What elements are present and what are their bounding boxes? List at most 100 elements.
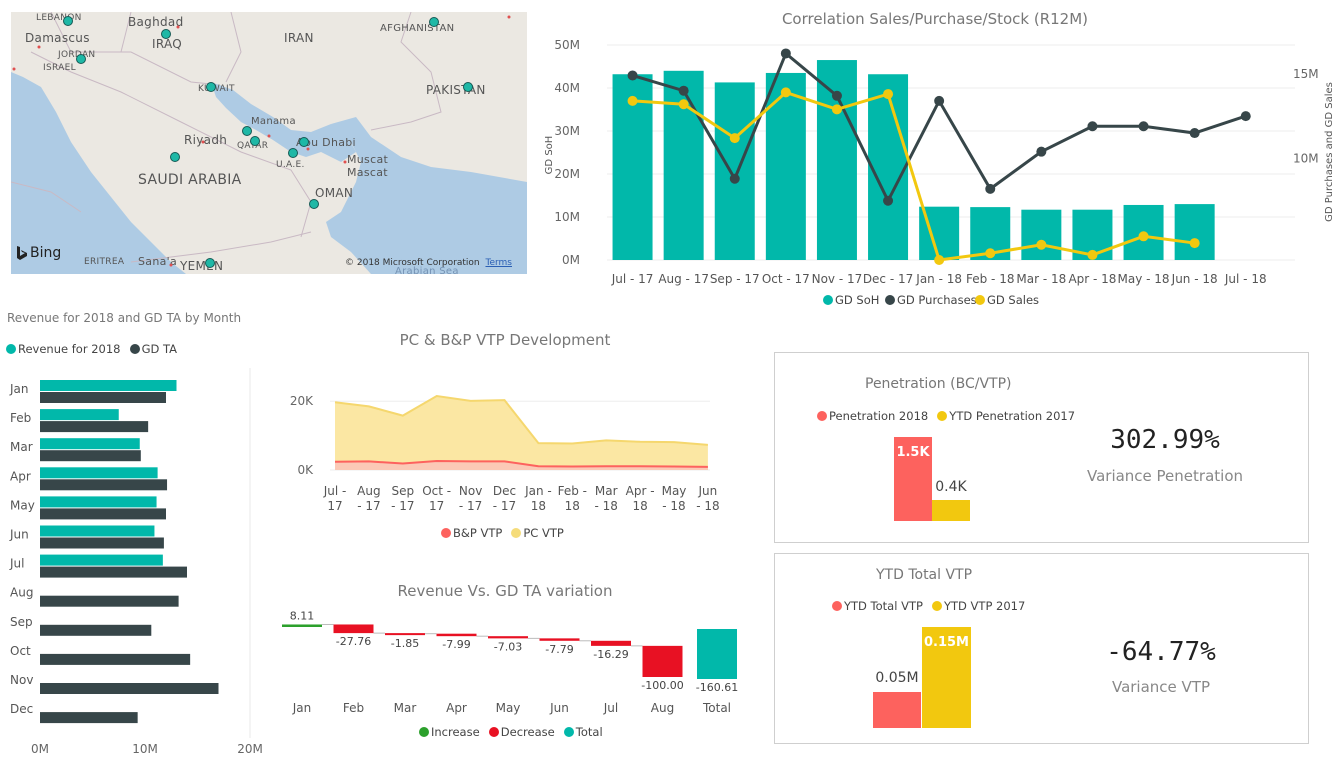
purchases-point <box>883 195 894 206</box>
area-chart[interactable]: 0K20KJul -17Aug- 17Sep- 17Oct -17Nov- 17… <box>280 380 740 520</box>
decrease-bar <box>436 633 477 637</box>
bar-chart-title: Revenue for 2018 and GD TA by Month <box>7 311 242 325</box>
legend-label: GD SoH <box>835 293 879 307</box>
legend-ytd-penetration-2017[interactable]: YTD Penetration 2017 <box>937 409 1075 423</box>
total-bar <box>697 629 737 679</box>
purchases-point <box>678 85 689 96</box>
x-tick-label: Jan <box>292 701 312 715</box>
x-tick-label: Mar <box>394 701 417 715</box>
ytd-total-vtp-bar[interactable] <box>873 692 921 728</box>
x-tick-label: - 18 <box>696 499 719 513</box>
legend-dot <box>932 601 942 611</box>
penetration-kpi-label: Variance Penetration <box>1086 467 1243 485</box>
legend-ytd-total-vtp[interactable]: YTD Total VTP <box>832 599 923 613</box>
purchases-point <box>1189 128 1200 139</box>
x-tick-label: Mar <box>595 484 618 498</box>
legend-label: Revenue for 2018 <box>18 342 121 356</box>
increase-bar <box>282 624 322 627</box>
x-tick-label: May <box>496 701 521 715</box>
sales-point <box>1036 239 1047 250</box>
map-visual[interactable]: LEBANON Baghdad IRAQ Damascus JORDAN ISR… <box>11 12 527 274</box>
sales-point <box>729 133 740 144</box>
soh-bar <box>663 70 704 260</box>
x-tick-label: Jun <box>698 484 718 498</box>
x-tick-label: Aug - 17 <box>658 272 709 286</box>
map-label-muscat: Muscat <box>347 153 389 166</box>
map-label-kuwait: KUWAIT <box>198 84 235 94</box>
ytd-penetration-2017-value: 0.4K <box>935 479 967 495</box>
x-tick-label: Jan - 18 <box>915 272 962 286</box>
x-tick-label: Jul - 18 <box>1224 272 1267 286</box>
x-tick-label: 10M <box>132 742 158 756</box>
sales-point <box>678 99 689 110</box>
x-tick-label: Jul <box>603 701 618 715</box>
x-tick-label: Jan - <box>524 484 552 498</box>
sales-point <box>1087 249 1098 260</box>
x-tick-label: Mar - 18 <box>1016 272 1066 286</box>
x-tick-label: Aug <box>357 484 380 498</box>
penetration-card: Penetration (BC/VTP) Penetration 2018 YT… <box>774 352 1309 543</box>
terms-link[interactable]: Terms <box>485 258 512 268</box>
data-label: 8.11 <box>290 610 315 622</box>
x-tick-label: Apr - 18 <box>1068 272 1116 286</box>
x-tick-label: Apr <box>446 701 467 715</box>
x-tick-label: - 17 <box>459 499 482 513</box>
combo-chart[interactable]: 0M 10M 20M 30M 40M 50M 10M 15M GD SoH GD Purchase… <box>535 30 1335 315</box>
data-label: -27.76 <box>336 635 371 648</box>
decrease-bar <box>333 624 374 634</box>
legend-gd-ta[interactable]: GD TA <box>129 342 177 356</box>
bar-chart[interactable]: Jan Feb Mar Apr May Jun Jul Aug Sep Oct Nov Dec 0M 10… <box>0 368 270 760</box>
penetration-legend: Penetration 2018 YTD Penetration 2017 <box>817 406 1079 425</box>
x-tick-label: May <box>662 484 687 498</box>
x-tick-label: Sep <box>391 484 414 498</box>
legend-penetration-2018[interactable]: Penetration 2018 <box>817 409 928 423</box>
ytd-vtp-2017-value: 0.15M <box>923 635 969 650</box>
x-tick-label: May - 18 <box>1118 272 1170 286</box>
waterfall-chart[interactable]: 8.11 Jan -27.76 Feb -1.85 Mar -7.99 Apr -7.03 May… <box>275 610 745 720</box>
gd-ta-bar <box>40 624 152 636</box>
legend-bp-vtp[interactable]: B&P VTP <box>441 526 502 540</box>
legend-decrease[interactable]: Decrease <box>488 725 555 739</box>
map-label-saudi-arabia: SAUDI ARABIA <box>138 172 242 188</box>
purchases-point <box>1138 121 1149 132</box>
data-label: -7.79 <box>545 643 573 656</box>
soh-bar <box>868 74 909 260</box>
revenue-bar <box>40 525 155 537</box>
data-label: -16.29 <box>593 648 628 661</box>
gd-ta-bar <box>40 712 138 724</box>
purchases-point <box>780 48 791 59</box>
sales-point <box>627 95 638 106</box>
x-tick-label: Jul - <box>323 484 347 498</box>
soh-bar <box>714 82 755 260</box>
gd-ta-bar <box>40 683 219 694</box>
legend-pc-vtp[interactable]: PC VTP <box>511 526 564 540</box>
legend-dot <box>488 727 499 737</box>
data-label: -7.99 <box>442 638 470 651</box>
decrease-bar <box>591 640 631 646</box>
legend-dot <box>885 295 895 305</box>
legend-label: YTD VTP 2017 <box>944 599 1026 613</box>
decrease-bar <box>539 638 580 641</box>
legend-increase[interactable]: Increase <box>419 725 480 739</box>
legend-dot <box>6 344 16 354</box>
gd-ta-bar <box>40 566 187 578</box>
data-label: -7.03 <box>494 640 522 653</box>
legend-dot <box>129 344 140 354</box>
legend-dot <box>975 295 985 305</box>
legend-total[interactable]: Total <box>563 725 603 739</box>
y-tick-label: Apr <box>10 469 31 483</box>
revenue-bar <box>40 467 158 479</box>
x-tick-label: Feb - 18 <box>966 272 1014 286</box>
legend-ytd-vtp-2017[interactable]: YTD VTP 2017 <box>932 599 1025 613</box>
data-label: -100.00 <box>641 679 683 692</box>
ytd-penetration-2017-bar[interactable] <box>932 500 970 521</box>
map-label-baghdad: Baghdad <box>128 15 184 29</box>
purchases-point <box>934 95 945 106</box>
gd-ta-bar <box>40 479 168 491</box>
soh-bar <box>1021 209 1062 260</box>
legend-revenue-2018[interactable]: Revenue for 2018 <box>6 342 120 356</box>
x-tick-label: Dec <box>493 484 516 498</box>
x-tick-label: 20M <box>237 742 263 756</box>
ytd-title: YTD Total VTP <box>876 567 973 583</box>
y-tick-label: Jun <box>9 528 29 542</box>
